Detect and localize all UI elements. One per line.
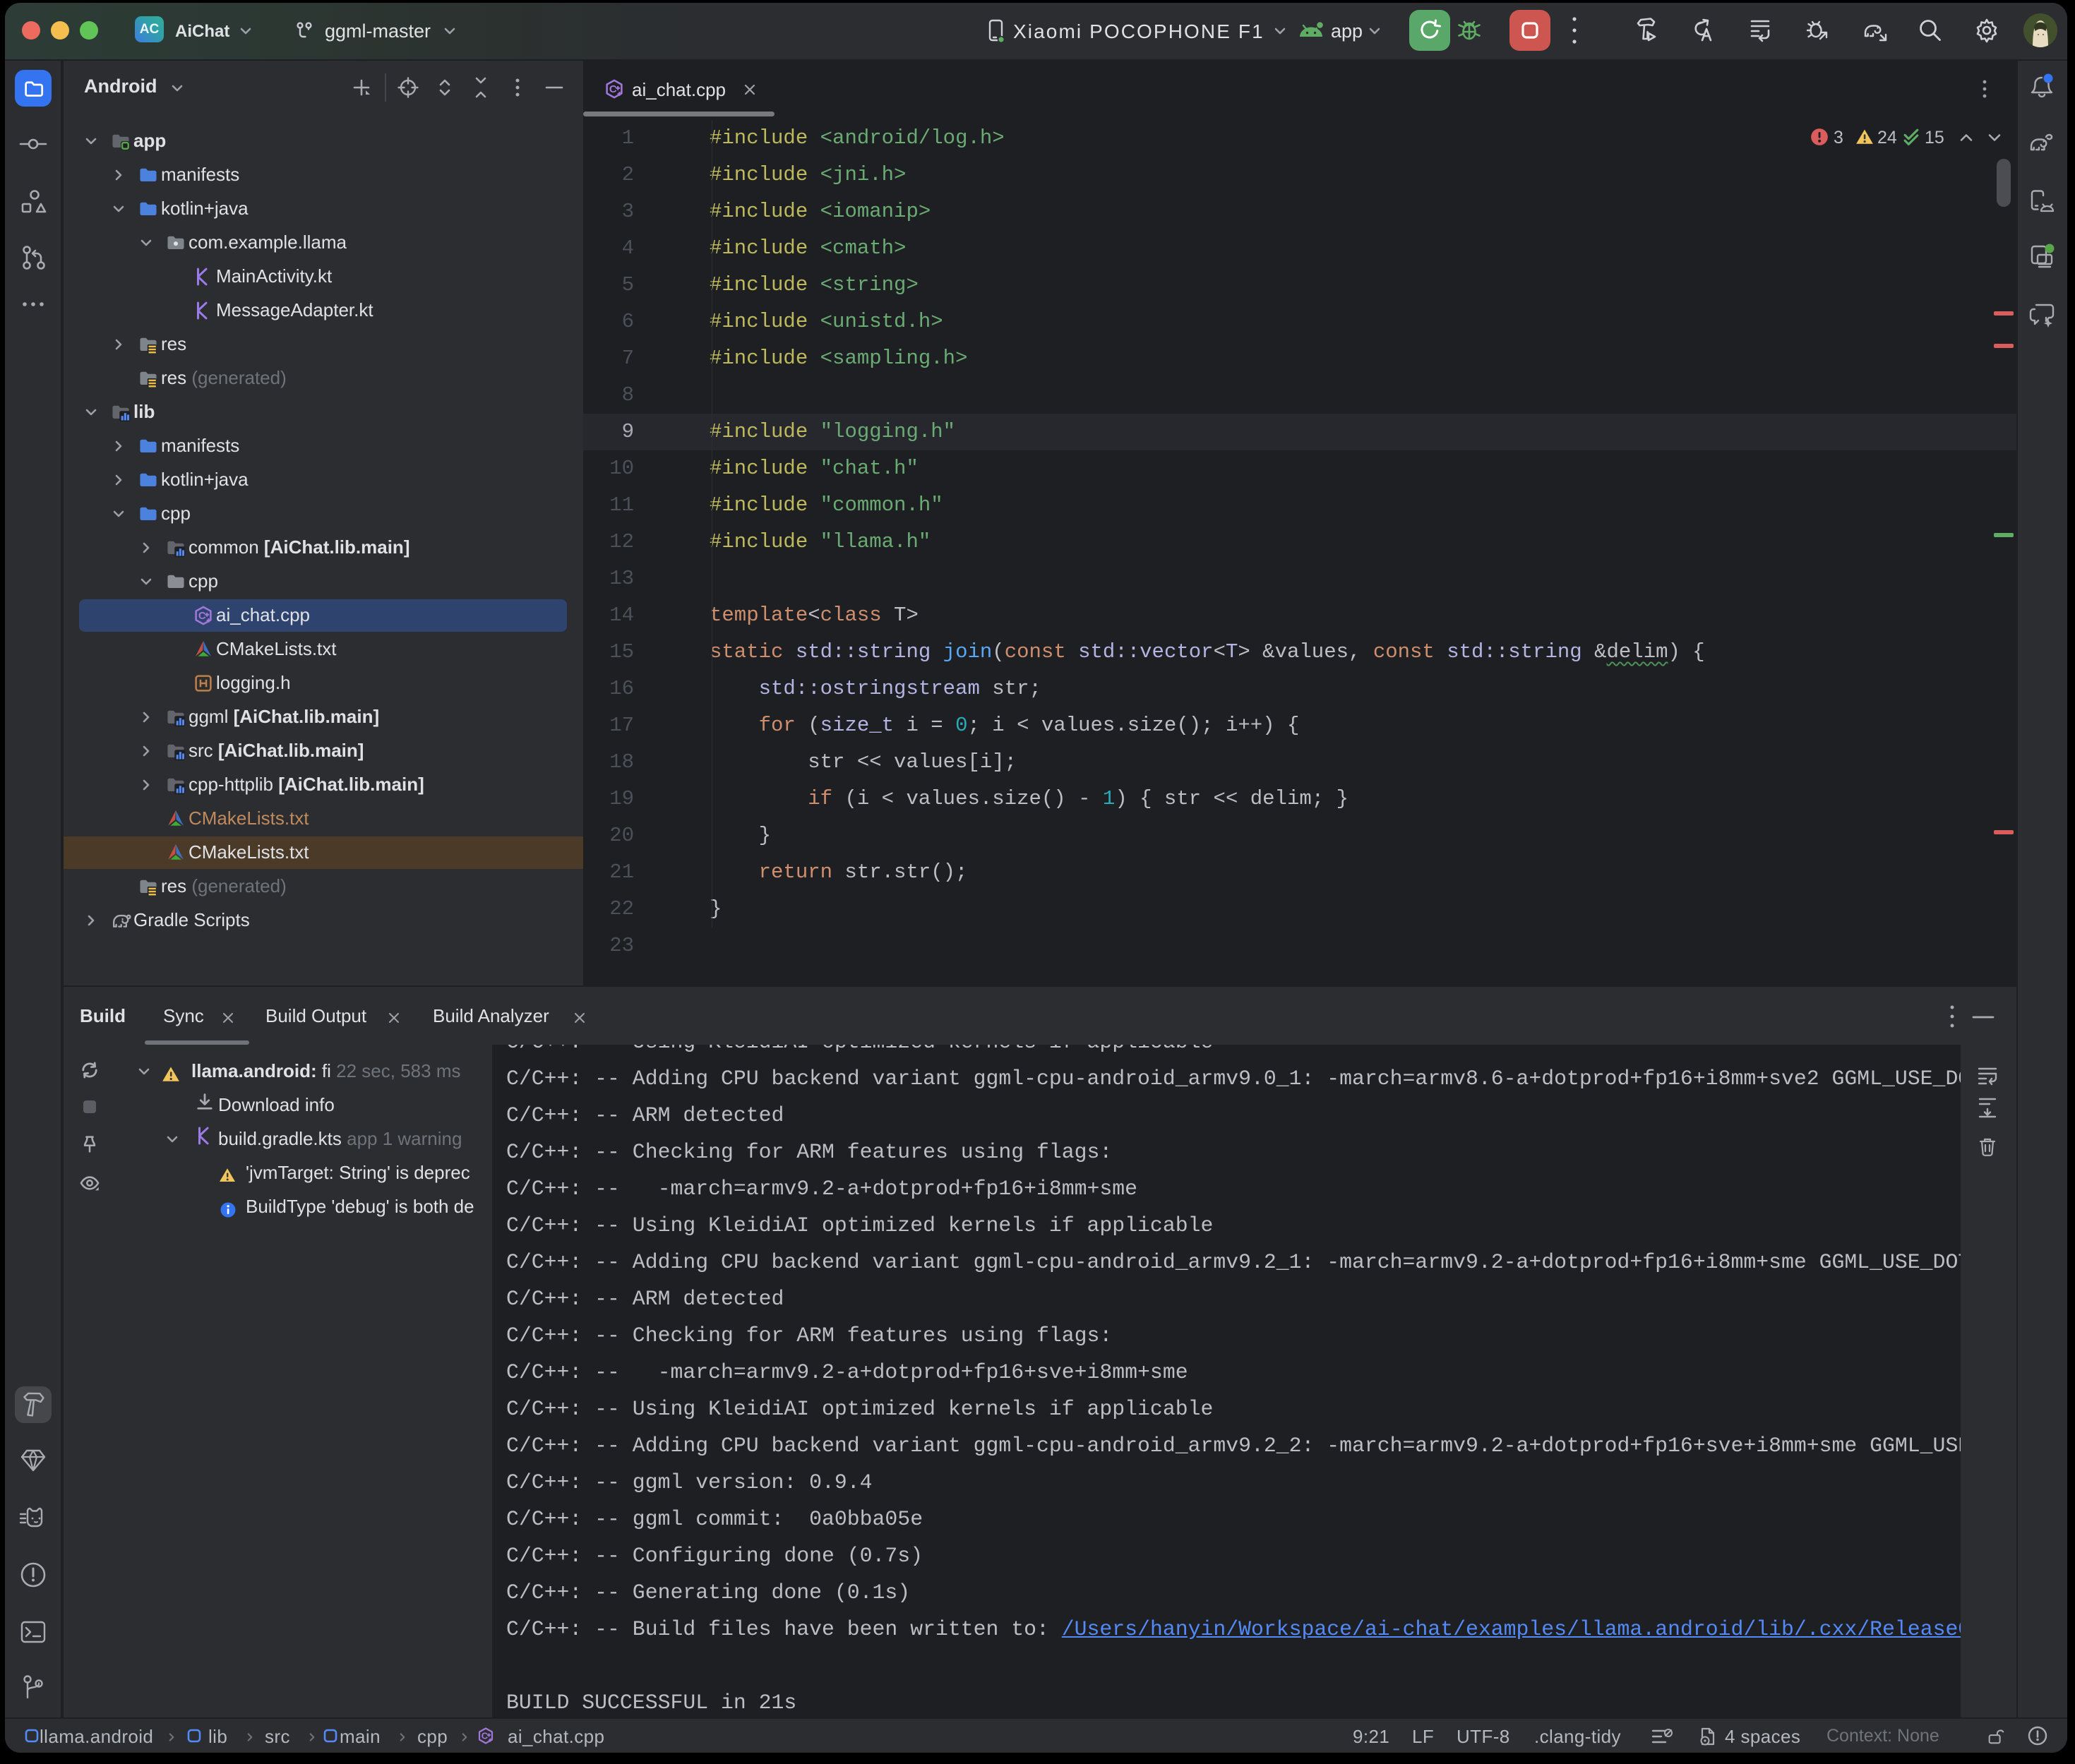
svg-text:C: C bbox=[482, 1731, 489, 1741]
svg-text:C: C bbox=[609, 83, 617, 95]
svg-text:C: C bbox=[198, 610, 206, 622]
